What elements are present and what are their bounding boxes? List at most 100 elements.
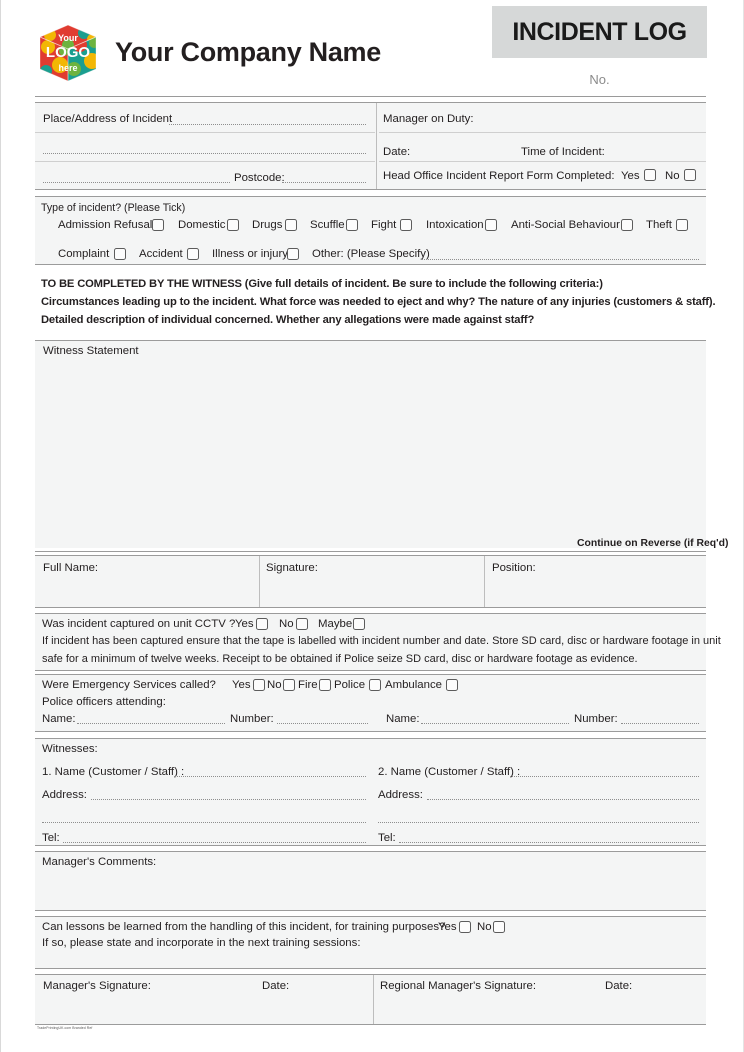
manager-comments-bottom-rule [35, 910, 706, 911]
emergency-yes-label: Yes [232, 679, 251, 691]
type-fight-checkbox[interactable] [400, 219, 412, 231]
document-title: INCIDENT LOG [512, 18, 687, 46]
police-officer2-number-label: Number: [574, 713, 618, 725]
witness2-tel-label: Tel: [378, 832, 396, 844]
company-logo-icon: Your LOGO here [34, 21, 102, 89]
type-accident-checkbox[interactable] [187, 248, 199, 260]
regional-manager-date-label: Date: [605, 980, 633, 992]
logo-line1-text: Your [58, 33, 78, 43]
witness-full-name-label: Full Name: [43, 562, 99, 574]
head-office-yes-checkbox[interactable] [644, 169, 656, 181]
emergency-ambulance-label: Ambulance [385, 679, 442, 691]
lessons-followup-label: If so, please state and incorporate in t… [42, 937, 361, 949]
head-office-no-label: No [665, 170, 680, 182]
place-of-incident-field[interactable] [169, 124, 366, 125]
witness2-address-field[interactable] [427, 799, 699, 800]
header-divider [35, 96, 706, 97]
type-other-field[interactable] [421, 259, 699, 260]
witness2-name-label: 2. Name (Customer / Staff) : [378, 766, 521, 778]
postcode-field[interactable] [282, 182, 366, 183]
type-admission-refusal-label: Admission Refusal [58, 219, 153, 231]
police-officer1-name-field[interactable] [77, 723, 225, 724]
witness2-address-line2-field[interactable] [378, 822, 699, 823]
emergency-question: Were Emergency Services called? [42, 679, 216, 691]
witness1-name-label: 1. Name (Customer / Staff) : [42, 766, 185, 778]
incident-type-heading: Type of incident? (Please Tick) [41, 202, 186, 214]
emergency-police-checkbox[interactable] [369, 679, 381, 691]
document-title-band: INCIDENT LOG [492, 6, 707, 58]
police-officer2-name-label: Name: [386, 713, 420, 725]
type-drugs-checkbox[interactable] [285, 219, 297, 231]
police-officer1-number-field[interactable] [277, 723, 368, 724]
witness2-tel-field[interactable] [399, 842, 699, 843]
signoff-divider-1 [259, 556, 260, 607]
cctv-question: Was incident captured on unit CCTV ? [42, 618, 236, 630]
section1-bottom-rule [35, 189, 706, 190]
emergency-fire-checkbox[interactable] [319, 679, 331, 691]
type-other-label: Other: (Please Specify) [312, 248, 430, 260]
witness1-name-field[interactable] [174, 776, 366, 777]
incident-number-label: No. [589, 72, 610, 87]
emergency-top-rule [35, 674, 706, 675]
emergency-no-checkbox[interactable] [283, 679, 295, 691]
emergency-ambulance-checkbox[interactable] [446, 679, 458, 691]
regional-manager-signature-label: Regional Manager's Signature: [380, 980, 537, 992]
type-theft-checkbox[interactable] [676, 219, 688, 231]
section2-top-rule [35, 196, 706, 197]
type-admission-refusal-checkbox[interactable] [152, 219, 164, 231]
type-illness-injury-label: Illness or injury [212, 248, 288, 260]
type-domestic-checkbox[interactable] [227, 219, 239, 231]
printer-credit: TradePrintingUK.com Branded Ref [37, 1026, 93, 1030]
head-office-no-checkbox[interactable] [684, 169, 696, 181]
witness1-tel-label: Tel: [42, 832, 60, 844]
lessons-no-checkbox[interactable] [493, 921, 505, 933]
address-line2-field[interactable] [43, 153, 366, 154]
type-complaint-checkbox[interactable] [114, 248, 126, 260]
police-officer1-name-label: Name: [42, 713, 76, 725]
manager-on-duty-label: Manager on Duty: [383, 113, 474, 125]
emergency-no-label: No [267, 679, 282, 691]
police-officer2-number-field[interactable] [621, 723, 699, 724]
police-officer2-name-field[interactable] [421, 723, 569, 724]
form-header: Your LOGO here Your Company Name INCIDEN… [1, 0, 744, 97]
address-line3-field[interactable] [43, 182, 230, 183]
witness1-address-field[interactable] [91, 799, 366, 800]
type-intoxication-checkbox[interactable] [485, 219, 497, 231]
head-office-form-label: Head Office Incident Report Form Complet… [383, 170, 615, 182]
type-scuffle-label: Scuffle [310, 219, 345, 231]
cctv-yes-checkbox[interactable] [256, 618, 268, 630]
section1-right-row2-rule [379, 161, 706, 162]
lessons-yes-checkbox[interactable] [459, 921, 471, 933]
witness1-tel-field[interactable] [63, 842, 366, 843]
manager-comments-top-rule [35, 851, 706, 852]
cctv-maybe-checkbox[interactable] [353, 618, 365, 630]
type-illness-injury-checkbox[interactable] [287, 248, 299, 260]
witness-statement-label: Witness Statement [43, 345, 139, 357]
manager-signature-date-label: Date: [262, 980, 290, 992]
cctv-maybe-label: Maybe [318, 618, 353, 630]
section1-row2-rule [35, 161, 375, 162]
lessons-no-label: No [477, 921, 492, 933]
emergency-yes-checkbox[interactable] [253, 679, 265, 691]
witnesses-section [35, 739, 706, 845]
lessons-top-rule [35, 916, 706, 917]
type-scuffle-checkbox[interactable] [346, 219, 358, 231]
logo-line3-text: here [58, 63, 77, 73]
witness-instruction-line2: Circumstances leading up to the incident… [41, 296, 716, 308]
signoff-top-rule [35, 555, 706, 556]
head-office-yes-label: Yes [621, 170, 640, 182]
cctv-no-checkbox[interactable] [296, 618, 308, 630]
witness1-address-label: Address: [42, 789, 87, 801]
emergency-police-label: Police [334, 679, 366, 691]
section1-row1-rule [35, 132, 375, 133]
witness2-name-field[interactable] [510, 776, 699, 777]
police-attending-label: Police officers attending: [42, 696, 166, 708]
section2-bottom-rule [35, 264, 706, 265]
cctv-note-line2: safe for a minimum of twelve weeks. Rece… [42, 653, 638, 665]
witness1-address-line2-field[interactable] [42, 822, 366, 823]
signatures-bottom-rule [35, 1024, 706, 1025]
type-anti-social-checkbox[interactable] [621, 219, 633, 231]
type-anti-social-label: Anti-Social Behaviour [511, 219, 620, 231]
witness-statement-section[interactable] [35, 341, 706, 548]
witness-signoff-section [35, 556, 706, 607]
